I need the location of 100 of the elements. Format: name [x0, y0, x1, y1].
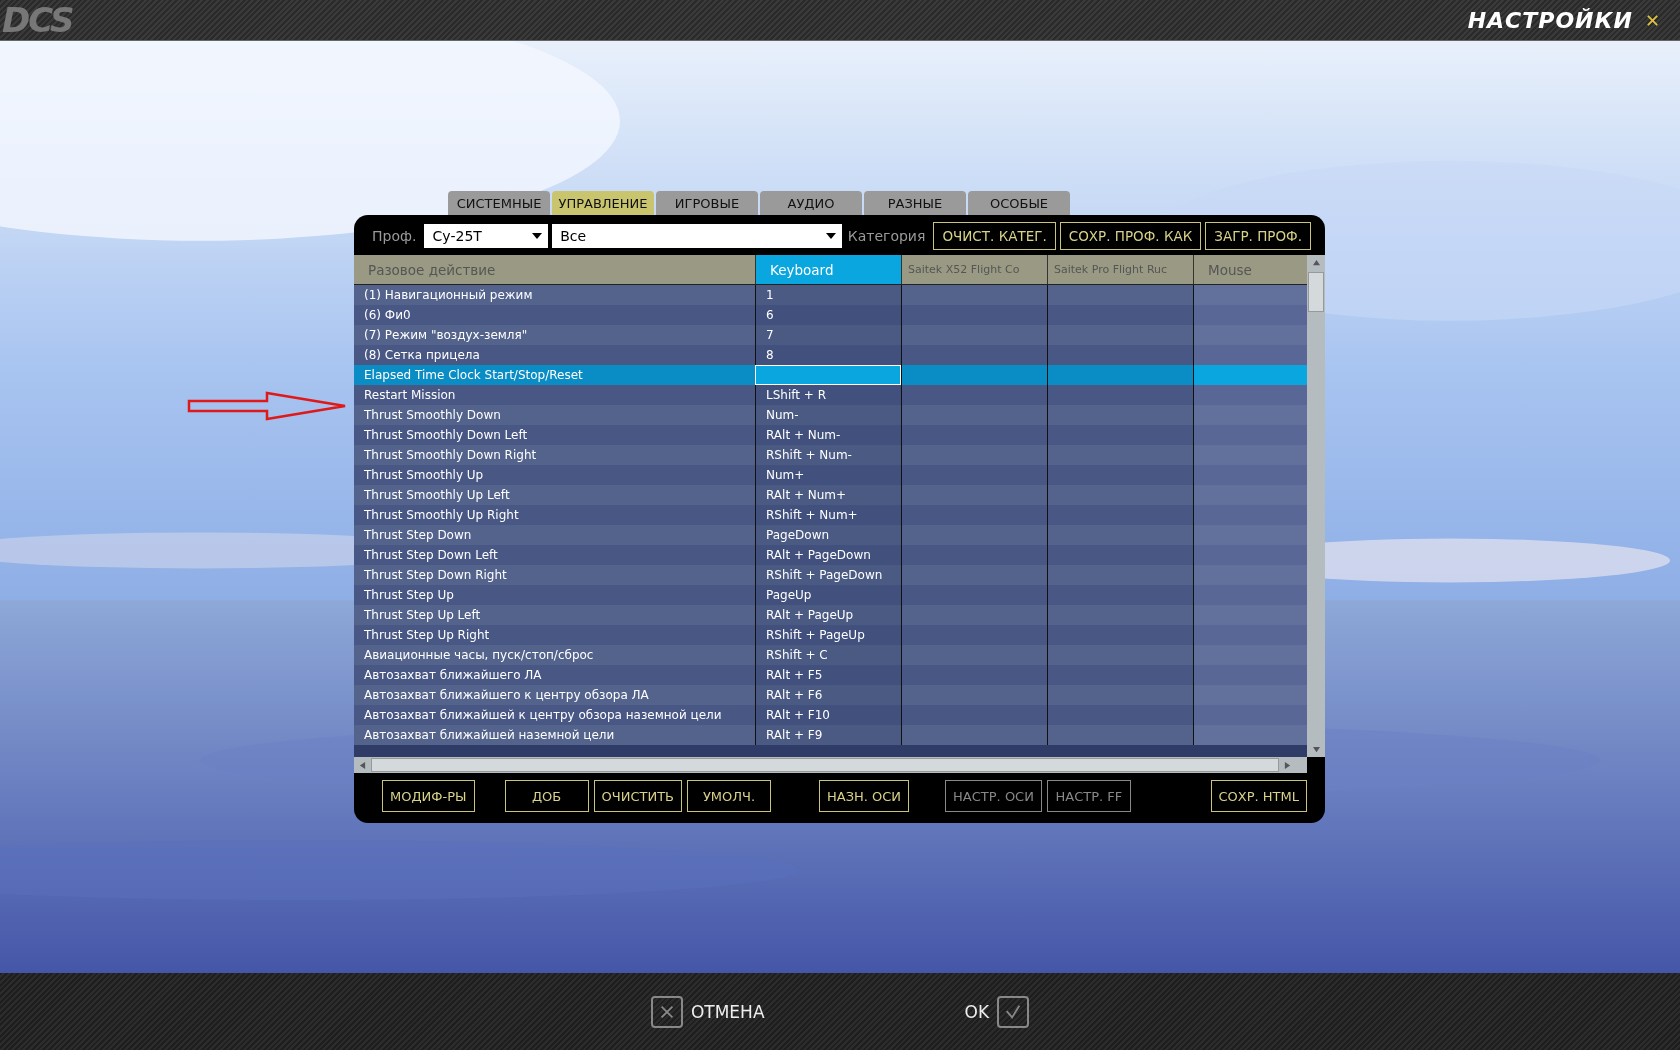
close-button[interactable]: ✕: [1644, 9, 1660, 31]
tab[interactable]: СИСТЕМНЫЕ: [448, 191, 550, 215]
scrollbar-thumb[interactable]: [1308, 272, 1324, 312]
table-cell: Num-: [755, 405, 901, 425]
table-row[interactable]: Автозахват ближайшей наземной цели RAlt + F9: [354, 725, 1307, 745]
table-row[interactable]: Автозахват ближайшей к центру обзора наземной цели RAlt + F10: [354, 705, 1307, 725]
table-row[interactable]: (7) Режим "воздух-земля" 7: [354, 325, 1307, 345]
caret-icon: [532, 233, 543, 239]
toolbar-button[interactable]: ОЧИСТ. КАТЕГ.: [933, 222, 1056, 250]
table-cell-text: Elapsed Time Clock Start/Stop/Reset: [363, 367, 584, 384]
table-row[interactable]: Thrust Step Up Right RShift + PageUp: [354, 625, 1307, 645]
tab[interactable]: УПРАВЛЕНИЕ: [552, 191, 654, 215]
table-row[interactable]: Thrust Smoothly Up Num+: [354, 465, 1307, 485]
table-cell: RAlt + F10: [755, 705, 901, 725]
table-cell: RAlt + Num+: [755, 485, 901, 505]
table-row[interactable]: Thrust Step Down Left RAlt + PageDown: [354, 545, 1307, 565]
table-row[interactable]: (1) Навигационный режим 1: [354, 285, 1307, 305]
table-cell: RShift + PageUp: [755, 625, 901, 645]
action-button[interactable]: ОЧИСТИТЬ: [593, 780, 682, 812]
table-cell: RAlt + PageDown: [755, 545, 901, 565]
table-row[interactable]: (8) Сетка прицела 8: [354, 345, 1307, 365]
table-cell-text: Thrust Step Down Right: [363, 567, 508, 584]
table-cell: RShift + Num+: [755, 505, 901, 525]
table-cell-text: (6) Фи0: [363, 307, 412, 324]
action-button[interactable]: НАЗН. ОСИ: [819, 780, 910, 812]
action-button[interactable]: УМОЛЧ.: [687, 780, 771, 812]
checkmark-icon[interactable]: [997, 995, 1030, 1028]
action-button[interactable]: МОДИФ-РЫ: [382, 780, 475, 812]
table-row[interactable]: Thrust Smoothly Down Right RShift + Num-: [354, 445, 1307, 465]
table-cell: RShift + PageDown: [755, 565, 901, 585]
table-row[interactable]: Thrust Step Down Right RShift + PageDown: [354, 565, 1307, 585]
table-cell: RAlt + Num-: [755, 425, 901, 445]
table-cell: RAlt + F6: [755, 685, 901, 705]
cancel-button[interactable]: ОТМЕНА: [690, 1001, 765, 1022]
action-button[interactable]: ДОБ: [504, 780, 589, 812]
scroll-down-icon[interactable]: [1311, 746, 1321, 753]
table-cell: PageUp: [755, 585, 901, 605]
table-cell: PageDown: [755, 525, 901, 545]
table-cell-text: Thrust Smoothly Up Left: [363, 487, 511, 504]
table-row[interactable]: Авиационные часы, пуск/стоп/сброс RShift + C: [354, 645, 1307, 665]
table-cell-text: Thrust Step Down: [363, 527, 473, 544]
table-row[interactable]: Elapsed Time Clock Start/Stop/Reset: [354, 365, 1307, 385]
dropdown[interactable]: Все: [552, 224, 842, 248]
table-cell-text: (7) Режим "воздух-земля": [363, 327, 529, 344]
table-cell-text: (8) Сетка прицела: [363, 347, 481, 364]
table-cell-text: Thrust Step Down Left: [363, 547, 499, 564]
table-cell-text: Авиационные часы, пуск/стоп/сброс: [363, 647, 595, 664]
scrollbar-thumb[interactable]: [371, 758, 1279, 772]
profile-label: Проф.: [372, 228, 417, 244]
table-cell-text: Thrust Smoothly Down Left: [363, 427, 529, 444]
table-row[interactable]: Thrust Smoothly Down Num-: [354, 405, 1307, 425]
table-cell-text: (1) Навигационный режим: [363, 287, 534, 304]
table-row[interactable]: Thrust Smoothly Up Left RAlt + Num+: [354, 485, 1307, 505]
scroll-left-icon[interactable]: [359, 760, 366, 770]
toolbar-button[interactable]: ЗАГР. ПРОФ.: [1205, 222, 1311, 250]
caret-icon: [825, 233, 836, 239]
vertical-scrollbar[interactable]: [1307, 255, 1325, 757]
table-cell: 6: [755, 305, 901, 325]
table-cell: 8: [755, 345, 901, 365]
table-cell-text: Автозахват ближайшей наземной цели: [363, 727, 616, 744]
tab[interactable]: АУДИО: [760, 191, 862, 215]
tab[interactable]: ИГРОВЫЕ: [656, 191, 758, 215]
ok-button[interactable]: OK: [964, 1001, 990, 1022]
table-cell: RAlt + F5: [755, 665, 901, 685]
table-cell-text: Автозахват ближайшего ЛА: [363, 667, 543, 684]
table-cell: RAlt + PageUp: [755, 605, 901, 625]
table-row[interactable]: Thrust Step Up PageUp: [354, 585, 1307, 605]
table-cell-text: Thrust Smoothly Up: [363, 467, 485, 484]
tab[interactable]: РАЗНЫЕ: [864, 191, 966, 215]
close-icon[interactable]: [650, 995, 683, 1028]
table-cell: LShift + R: [755, 385, 901, 405]
table-row[interactable]: Thrust Smoothly Up Right RShift + Num+: [354, 505, 1307, 525]
horizontal-scrollbar[interactable]: [354, 757, 1307, 773]
table-cell: 7: [755, 325, 901, 345]
action-button[interactable]: СОХР. HTML: [1210, 780, 1307, 812]
table-row[interactable]: Автозахват ближайшего ЛА RAlt + F5: [354, 665, 1307, 685]
table-cell-text: Restart Mission: [363, 387, 457, 404]
table-cell: RShift + C: [755, 645, 901, 665]
logo: DCS: [1, 0, 73, 40]
toolbar-button[interactable]: СОХР. ПРОФ. КАК: [1059, 222, 1202, 250]
table-row[interactable]: Автозахват ближайшего к центру обзора ЛА RAlt + F6: [354, 685, 1307, 705]
table-cell-text: Thrust Step Up: [363, 587, 455, 604]
tab[interactable]: ОСОБЫЕ: [968, 191, 1070, 215]
table-cell-text: Thrust Step Up Left: [363, 607, 482, 624]
category-label: Категория: [847, 228, 926, 244]
table-row[interactable]: Restart Mission LShift + R: [354, 385, 1307, 405]
scroll-up-icon[interactable]: [1311, 259, 1321, 266]
table-cell-text: Автозахват ближайшей к центру обзора наземной цели: [363, 707, 723, 724]
table-cell-text: Автозахват ближайшего к центру обзора ЛА: [363, 687, 650, 704]
dropdown[interactable]: Су-25Т: [424, 224, 549, 248]
table-row[interactable]: Thrust Smoothly Down Left RAlt + Num-: [354, 425, 1307, 445]
table-cell: Num+: [755, 465, 901, 485]
table-row[interactable]: (6) Фи0 6: [354, 305, 1307, 325]
table-row[interactable]: Thrust Step Up Left RAlt + PageUp: [354, 605, 1307, 625]
table-cell: RAlt + F9: [755, 725, 901, 745]
table-cell-text: Thrust Smoothly Up Right: [363, 507, 520, 524]
scroll-right-icon[interactable]: [1284, 760, 1291, 770]
table-row[interactable]: Thrust Step Down PageDown: [354, 525, 1307, 545]
window-title: НАСТРОЙКИ: [1467, 7, 1633, 33]
table-cell: RShift + Num-: [755, 445, 901, 465]
